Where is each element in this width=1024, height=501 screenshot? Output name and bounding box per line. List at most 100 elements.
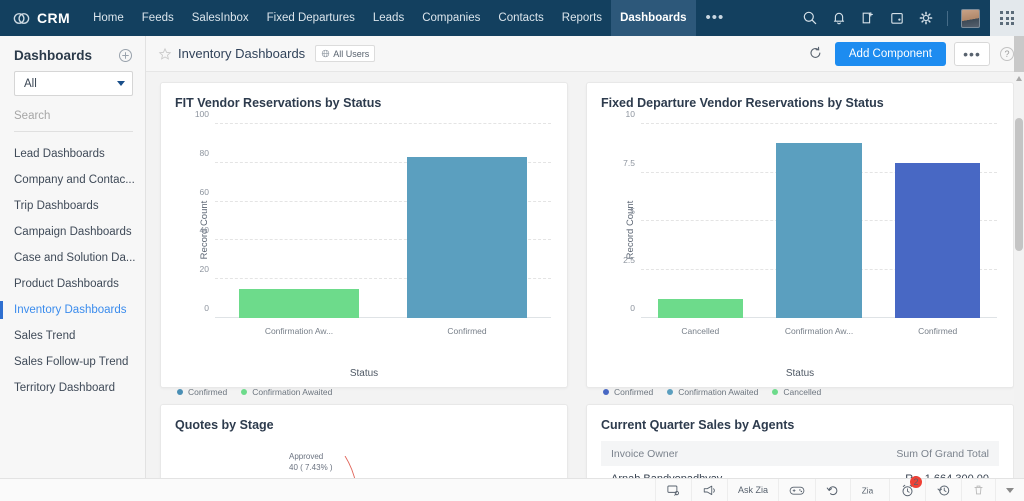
history-clock-icon[interactable] xyxy=(925,478,961,501)
nav-item-dashboards[interactable]: Dashboards xyxy=(611,0,696,36)
visibility-badge[interactable]: All Users xyxy=(315,45,376,62)
toolbar-more-button[interactable]: ••• xyxy=(954,41,990,66)
y-tick-40: 40 xyxy=(199,225,209,236)
x-axis-label: Status xyxy=(349,368,379,379)
dashboard-filter-select[interactable]: All xyxy=(14,71,133,96)
add-circle-icon[interactable] xyxy=(118,48,133,63)
nav-items: Home Feeds SalesInbox Fixed Departures L… xyxy=(84,0,734,36)
x-tick-labels: Cancelled Confirmation Aw... Confirmed xyxy=(641,326,997,336)
x-label-confirmation-awaited: Confirmation Aw... xyxy=(784,326,854,336)
trash-icon[interactable] xyxy=(961,478,995,501)
search-icon[interactable] xyxy=(802,10,818,26)
bottombar-expand-button[interactable] xyxy=(995,478,1024,501)
legend-item-cancelled[interactable]: Cancelled xyxy=(772,387,821,397)
bar-slot xyxy=(878,124,997,318)
bar-cancelled[interactable] xyxy=(657,298,744,318)
legend-item-confirmation-awaited[interactable]: Confirmation Awaited xyxy=(241,387,332,397)
bar-confirmation-awaited[interactable] xyxy=(776,143,862,318)
crm-dashboard-page: CRM Home Feeds SalesInbox Fixed Departur… xyxy=(0,0,1024,501)
undo-arrow-icon[interactable] xyxy=(815,478,850,501)
x-label-cancelled: Cancelled xyxy=(681,326,720,336)
sidebar-item-territory-dashboard[interactable]: Territory Dashboard xyxy=(0,375,145,401)
brand-logo[interactable]: CRM xyxy=(0,9,84,28)
plot-area: 10 7.5 5 2.5 0 xyxy=(623,109,997,318)
bar-confirmed[interactable] xyxy=(894,162,981,318)
zia-logo-icon[interactable]: Zia xyxy=(850,478,889,501)
nav-item-leads[interactable]: Leads xyxy=(364,0,413,36)
screen-share-icon[interactable] xyxy=(654,478,691,501)
sidebar-search xyxy=(14,106,133,132)
help-icon[interactable]: ? xyxy=(1000,46,1014,61)
y-tick-7-5: 7.5 xyxy=(623,157,635,168)
svg-text:Zia: Zia xyxy=(862,486,874,495)
x-label-confirmation-awaited: Confirmation Aw... xyxy=(264,326,334,336)
calendar-icon[interactable] xyxy=(889,10,905,26)
apps-grid-icon[interactable] xyxy=(990,0,1024,36)
brand-label: CRM xyxy=(37,10,71,26)
sidebar-item-inventory-dashboards[interactable]: Inventory Dashboards xyxy=(0,297,145,323)
search-input[interactable] xyxy=(14,110,133,122)
nav-more-button[interactable]: ••• xyxy=(696,3,735,33)
sidebar-item-trip-dashboards[interactable]: Trip Dashboards xyxy=(0,193,145,219)
widget-title: Current Quarter Sales by Agents xyxy=(601,418,795,432)
widget-fixed-departure-reservations: Fixed Departure Vendor Reservations by S… xyxy=(586,82,1014,397)
nav-item-feeds[interactable]: Feeds xyxy=(133,0,183,36)
sidebar-item-case-and-solution[interactable]: Case and Solution Da... xyxy=(0,245,145,271)
widget-column-left: FIT Vendor Reservations by Status Record… xyxy=(160,82,568,501)
widget-fit-vendor-reservations: FIT Vendor Reservations by Status Record… xyxy=(160,82,568,397)
sidebar-item-sales-followup-trend[interactable]: Sales Follow-up Trend xyxy=(0,349,145,375)
legend-label: Confirmed xyxy=(614,387,654,397)
canvas-scrollbar-track[interactable] xyxy=(1014,72,1024,480)
bar-confirmation-awaited[interactable] xyxy=(238,288,360,318)
widget-grid: FIT Vendor Reservations by Status Record… xyxy=(160,82,1014,501)
column-header-invoice-owner[interactable]: Invoice Owner xyxy=(601,448,688,460)
nav-item-home[interactable]: Home xyxy=(84,0,133,36)
nav-item-companies[interactable]: Companies xyxy=(413,0,489,36)
sidebar-title: Dashboards xyxy=(14,48,93,63)
settings-gear-icon[interactable] xyxy=(918,10,934,26)
nav-item-contacts[interactable]: Contacts xyxy=(489,0,552,36)
sidebar: Dashboards All Lead Dashboards Company a… xyxy=(0,36,146,501)
nav-item-salesinbox[interactable]: SalesInbox xyxy=(183,0,258,36)
megaphone-icon[interactable] xyxy=(690,478,727,501)
alarm-clock-icon[interactable]: 2 xyxy=(889,475,925,501)
legend-swatch xyxy=(241,389,248,395)
legend-item-confirmed[interactable]: Confirmed xyxy=(603,387,653,397)
bar-confirmed[interactable] xyxy=(406,156,528,318)
x-label-confirmed: Confirmed xyxy=(918,326,958,336)
zoho-crm-logo-icon xyxy=(12,9,31,28)
y-tick-100: 100 xyxy=(194,109,209,119)
favorite-star-icon[interactable] xyxy=(158,47,172,61)
sidebar-item-lead-dashboards[interactable]: Lead Dashboards xyxy=(0,141,145,167)
dashboard-canvas: FIT Vendor Reservations by Status Record… xyxy=(146,72,1014,501)
chevron-down-icon xyxy=(117,81,125,86)
ask-zia-button[interactable]: Ask Zia xyxy=(726,478,778,501)
x-tick-labels: Confirmation Aw... Confirmed xyxy=(215,326,551,336)
sidebar-item-product-dashboards[interactable]: Product Dashboards xyxy=(0,271,145,297)
y-tick-0: 0 xyxy=(630,303,635,313)
sidebar-item-sales-trend[interactable]: Sales Trend xyxy=(0,323,145,349)
refresh-icon[interactable] xyxy=(808,46,823,61)
bar-series xyxy=(215,124,551,318)
sidebar-item-campaign-dashboards[interactable]: Campaign Dashboards xyxy=(0,219,145,245)
user-avatar[interactable] xyxy=(961,8,980,28)
y-tick-0: 0 xyxy=(204,303,209,313)
notification-bell-icon[interactable] xyxy=(831,10,847,26)
chart-legend: Confirmed Confirmation Awaited xyxy=(161,379,567,397)
bar-slot xyxy=(760,124,879,318)
add-component-button[interactable]: Add Component xyxy=(834,41,946,66)
canvas-scrollbar-thumb[interactable] xyxy=(1015,118,1023,251)
scroll-up-arrow-icon[interactable] xyxy=(1016,76,1022,81)
column-header-sum-of-grand-total[interactable]: Sum Of Grand Total xyxy=(886,448,999,460)
nav-item-fixed-departures[interactable]: Fixed Departures xyxy=(258,0,364,36)
nav-item-reports[interactable]: Reports xyxy=(553,0,611,36)
legend-label: Confirmation Awaited xyxy=(252,387,333,397)
widget-title: FIT Vendor Reservations by Status xyxy=(175,96,382,110)
add-note-icon[interactable] xyxy=(860,10,876,26)
gamepad-icon[interactable] xyxy=(778,478,815,501)
legend-item-confirmation-awaited[interactable]: Confirmation Awaited xyxy=(667,387,758,397)
legend-label: Cancelled xyxy=(783,387,822,397)
legend-item-confirmed[interactable]: Confirmed xyxy=(177,387,227,397)
x-label-confirmed: Confirmed xyxy=(447,326,487,336)
sidebar-item-company-and-contact[interactable]: Company and Contac... xyxy=(0,167,145,193)
